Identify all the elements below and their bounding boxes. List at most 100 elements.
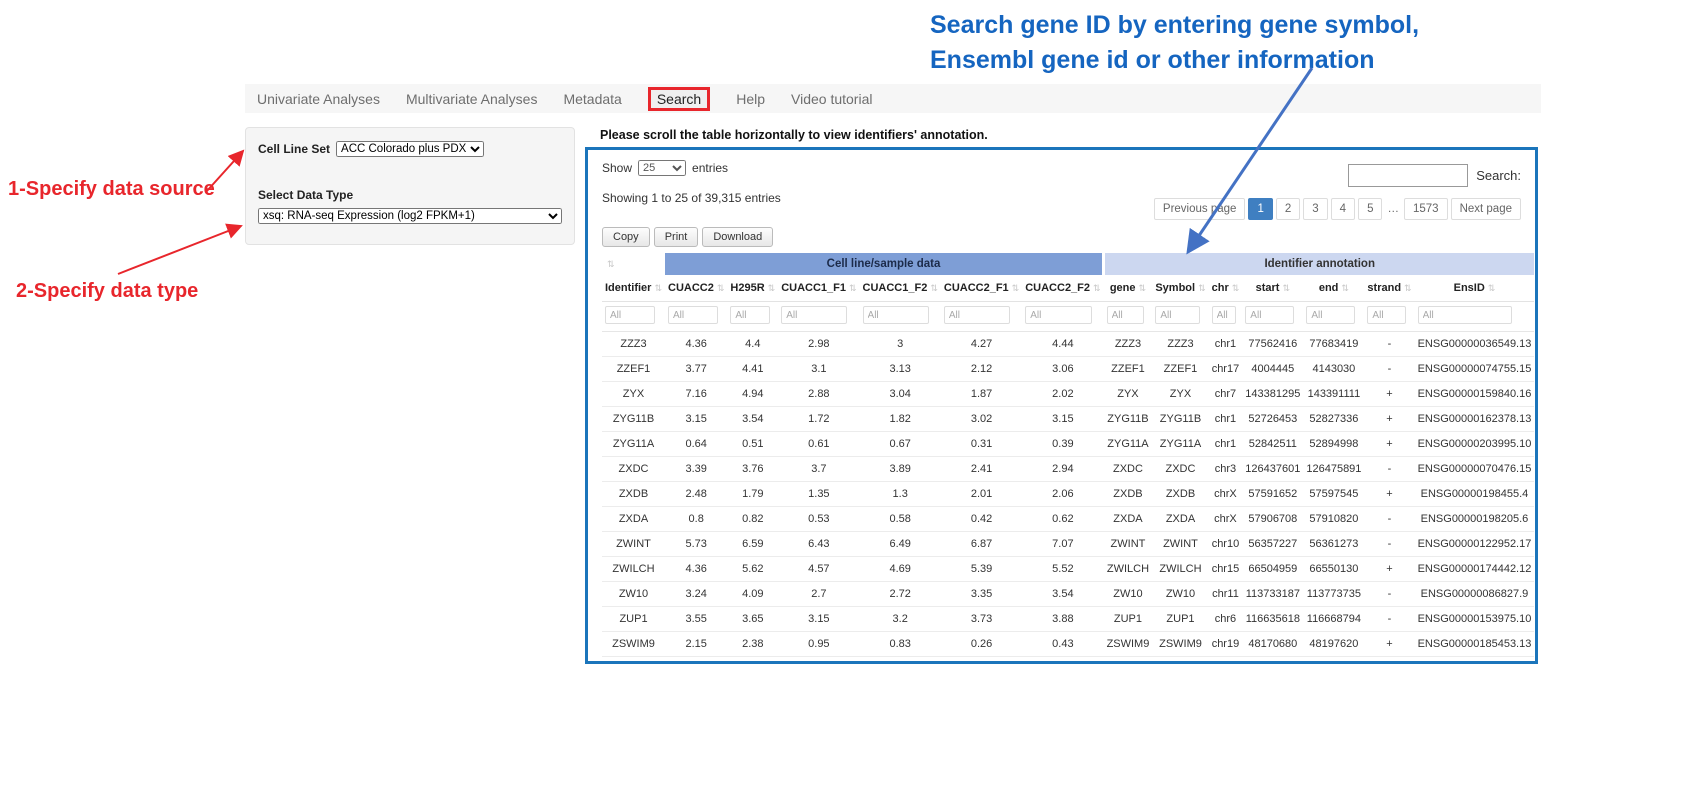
nav-item-search[interactable]: Search: [648, 87, 710, 111]
cell: ZYG11A: [1152, 432, 1208, 457]
cell: 52726453: [1242, 407, 1303, 432]
cell: ZZEF1: [1104, 357, 1153, 382]
table-row[interactable]: ZXDC3.393.763.73.892.412.94ZXDCZXDCchr31…: [602, 457, 1534, 482]
table-row[interactable]: ZXDB2.481.791.351.32.012.06ZXDBZXDBchrX5…: [602, 482, 1534, 507]
filter-input-cuacc1-f1[interactable]: [781, 306, 847, 324]
nav-item-multivariate-analyses[interactable]: Multivariate Analyses: [406, 91, 538, 107]
cell: 4.09: [727, 582, 778, 607]
column-header-ensid[interactable]: EnsID⇅: [1415, 275, 1535, 302]
annotation-search-note-line1: Search gene ID by entering gene symbol,: [930, 8, 1419, 43]
page-button-1573[interactable]: 1573: [1404, 198, 1448, 220]
sort-icon: ⇅: [607, 259, 615, 269]
table-row[interactable]: ZUP13.553.653.153.23.733.88ZUP1ZUP1chr61…: [602, 607, 1534, 632]
filter-input-cuacc2-f2[interactable]: [1025, 306, 1091, 324]
column-header-cuacc2-f1[interactable]: CUACC2_F1⇅: [941, 275, 1022, 302]
column-label: CUACC1_F1: [781, 282, 846, 294]
cell: -: [1364, 507, 1414, 532]
cell: 5.52: [1022, 557, 1103, 582]
filter-input-start[interactable]: [1245, 306, 1293, 324]
pagination: Previous page12345…1573Next page: [1154, 198, 1521, 220]
nav-item-help[interactable]: Help: [736, 91, 765, 107]
filter-input-h295r[interactable]: [730, 306, 769, 324]
table-row[interactable]: ZWILCH4.365.624.574.695.395.52ZWILCHZWIL…: [602, 557, 1534, 582]
column-header-start[interactable]: start⇅: [1242, 275, 1303, 302]
cell: ENSG00000162378.13: [1415, 407, 1535, 432]
column-header-symbol[interactable]: Symbol⇅: [1152, 275, 1208, 302]
copy-button[interactable]: Copy: [602, 227, 650, 247]
cell: 3.39: [665, 457, 727, 482]
page-button-4[interactable]: 4: [1331, 198, 1355, 220]
table-row[interactable]: ZZEF13.774.413.13.132.123.06ZZEF1ZZEF1ch…: [602, 357, 1534, 382]
table-search-input[interactable]: [1348, 164, 1468, 187]
cell: 4.36: [665, 332, 727, 357]
annotation-search-note: Search gene ID by entering gene symbol, …: [930, 8, 1419, 78]
column-header-gene[interactable]: gene⇅: [1104, 275, 1153, 302]
download-button[interactable]: Download: [702, 227, 773, 247]
cell: chr10: [1209, 532, 1243, 557]
filter-input-cuacc1-f2[interactable]: [863, 306, 929, 324]
cell: ENSG00000185453.13: [1415, 632, 1535, 657]
print-button[interactable]: Print: [654, 227, 699, 247]
previous-page-button[interactable]: Previous page: [1154, 198, 1246, 220]
column-label: chr: [1212, 282, 1229, 294]
cell: 0.42: [941, 507, 1022, 532]
filter-input-symbol[interactable]: [1155, 306, 1199, 324]
cell: ZXDC: [1152, 457, 1208, 482]
cell: ZUP1: [602, 607, 665, 632]
data-type-select[interactable]: xsq: RNA-seq Expression (log2 FPKM+1): [258, 208, 562, 224]
filter-input-strand[interactable]: [1367, 306, 1406, 324]
column-header-cuacc2-f2[interactable]: CUACC2_F2⇅: [1022, 275, 1103, 302]
cell: 1.87: [941, 382, 1022, 407]
column-header-end[interactable]: end⇅: [1303, 275, 1364, 302]
cell: 0.67: [860, 432, 941, 457]
table-row[interactable]: ZYG11B3.153.541.721.823.023.15ZYG11BZYG1…: [602, 407, 1534, 432]
table-row[interactable]: ZXDA0.80.820.530.580.420.62ZXDAZXDAchrX5…: [602, 507, 1534, 532]
nav-item-metadata[interactable]: Metadata: [563, 91, 621, 107]
column-header-strand[interactable]: strand⇅: [1364, 275, 1414, 302]
sort-icon: ⇅: [1488, 283, 1496, 293]
nav-item-univariate-analyses[interactable]: Univariate Analyses: [257, 91, 380, 107]
cell: chrX: [1209, 507, 1243, 532]
filter-input-chr[interactable]: [1212, 306, 1236, 324]
page-button-3[interactable]: 3: [1303, 198, 1327, 220]
cell: ENSG00000122952.17: [1415, 532, 1535, 557]
cell: 0.82: [727, 507, 778, 532]
cell: ZYG11B: [602, 407, 665, 432]
page-button-5[interactable]: 5: [1358, 198, 1382, 220]
table-row[interactable]: ZSWIM92.152.380.950.830.260.43ZSWIM9ZSWI…: [602, 632, 1534, 657]
table-row[interactable]: ZWINT5.736.596.436.496.877.07ZWINTZWINTc…: [602, 532, 1534, 557]
cell: chr11: [1209, 582, 1243, 607]
identifier-corner-header[interactable]: ⇅: [602, 253, 665, 275]
column-header-cuacc1-f2[interactable]: CUACC1_F2⇅: [860, 275, 941, 302]
nav-item-video-tutorial[interactable]: Video tutorial: [791, 91, 872, 107]
table-row[interactable]: ZZZ34.364.42.9834.274.44ZZZ3ZZZ3chr17756…: [602, 332, 1534, 357]
table-row[interactable]: ZW103.244.092.72.723.353.54ZW10ZW10chr11…: [602, 582, 1534, 607]
page-button-2[interactable]: 2: [1276, 198, 1300, 220]
page-button-1[interactable]: 1: [1248, 198, 1272, 220]
column-header-cuacc2[interactable]: CUACC2⇅: [665, 275, 727, 302]
column-header-h295r[interactable]: H295R⇅: [727, 275, 778, 302]
cell: -: [1364, 357, 1414, 382]
next-page-button[interactable]: Next page: [1451, 198, 1521, 220]
table-row[interactable]: ZYG11A0.640.510.610.670.310.39ZYG11AZYG1…: [602, 432, 1534, 457]
column-header-identifier[interactable]: Identifier⇅: [602, 275, 665, 302]
filter-input-cuacc2-f1[interactable]: [944, 306, 1010, 324]
cell: 4.57: [778, 557, 859, 582]
filter-input-identifier[interactable]: [605, 306, 655, 324]
filter-input-gene[interactable]: [1107, 306, 1145, 324]
search-label: Search:: [1476, 168, 1521, 183]
page-size-select[interactable]: 25: [638, 160, 686, 176]
top-nav: Univariate Analyses Multivariate Analyses…: [245, 84, 1541, 113]
cell-line-set-select[interactable]: ACC Colorado plus PDX: [336, 141, 484, 157]
filter-input-end[interactable]: [1306, 306, 1354, 324]
cell: 52827336: [1303, 407, 1364, 432]
filter-input-cuacc2[interactable]: [668, 306, 718, 324]
filter-input-ensid[interactable]: [1418, 306, 1512, 324]
column-header-chr[interactable]: chr⇅: [1209, 275, 1243, 302]
cell: ZYX: [1104, 382, 1153, 407]
table-row[interactable]: ZYX7.164.942.883.041.872.02ZYXZYXchr7143…: [602, 382, 1534, 407]
cell: 6.87: [941, 532, 1022, 557]
cell: 3.35: [941, 582, 1022, 607]
cell: 0.53: [778, 507, 859, 532]
column-header-cuacc1-f1[interactable]: CUACC1_F1⇅: [778, 275, 859, 302]
